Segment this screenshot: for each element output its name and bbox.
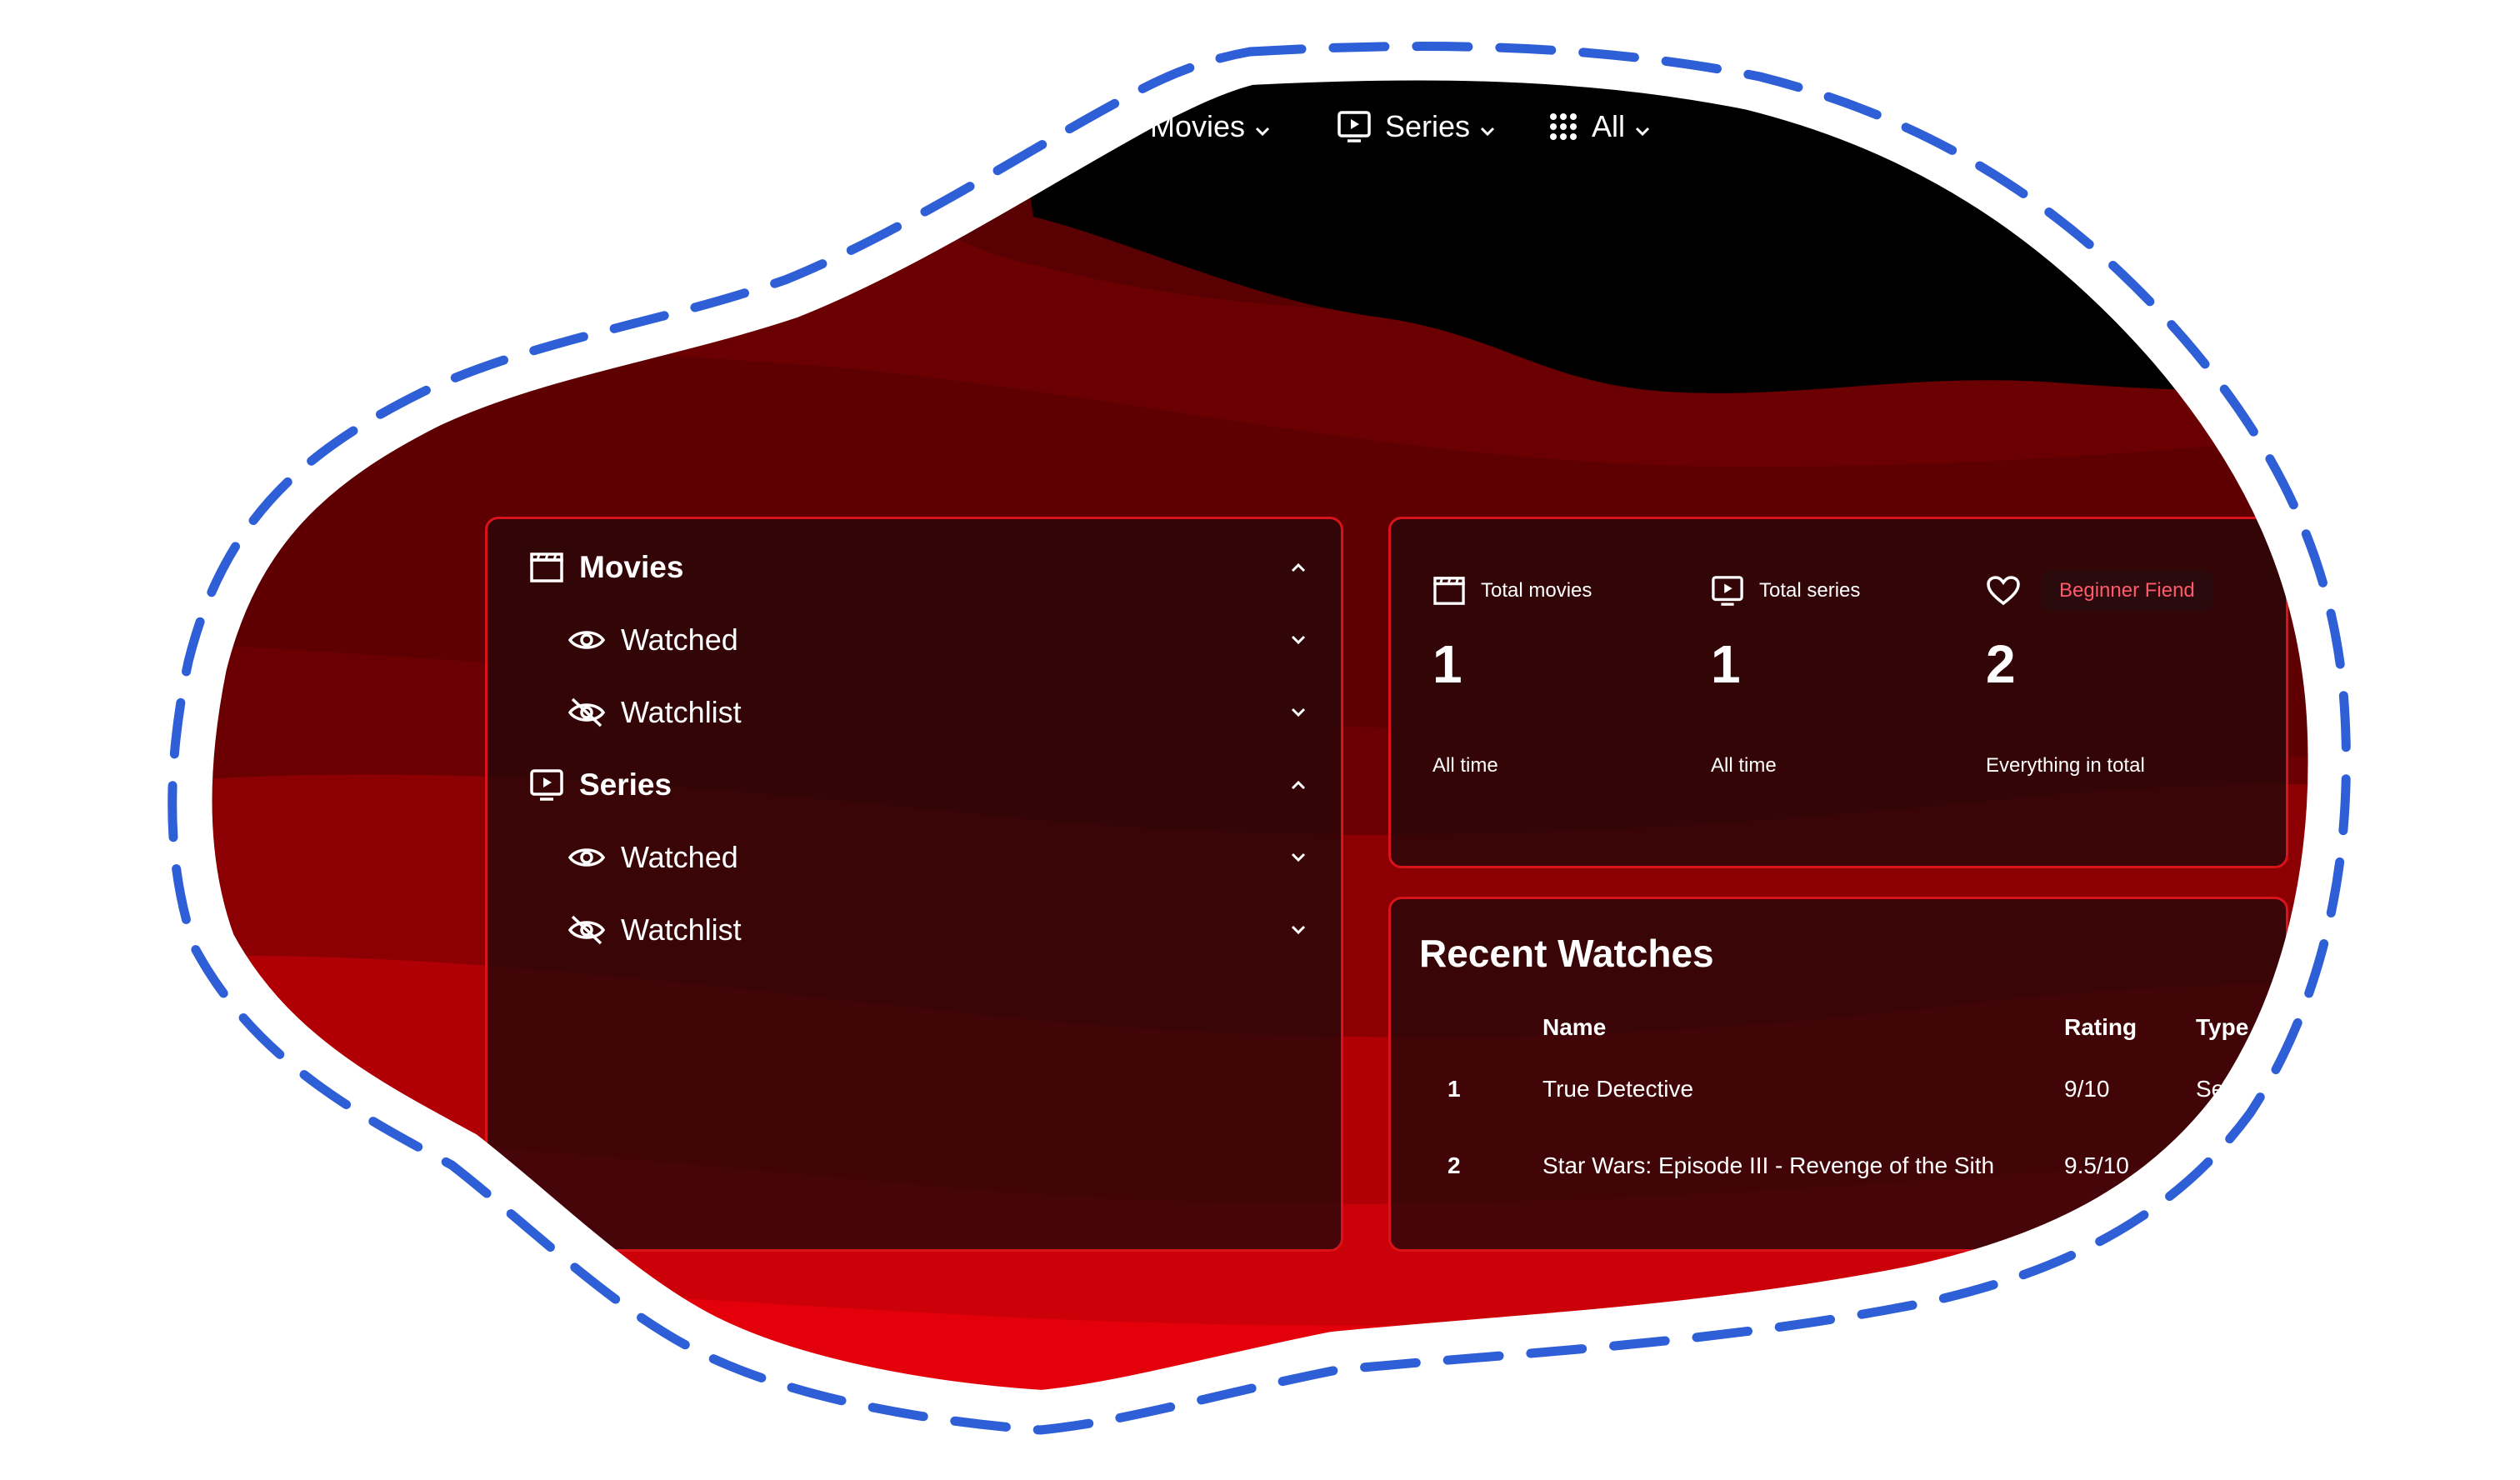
cutout-border <box>168 42 2351 1435</box>
screenshot-stage: Movies Series All Movies Watched Watchli… <box>0 0 2520 1480</box>
